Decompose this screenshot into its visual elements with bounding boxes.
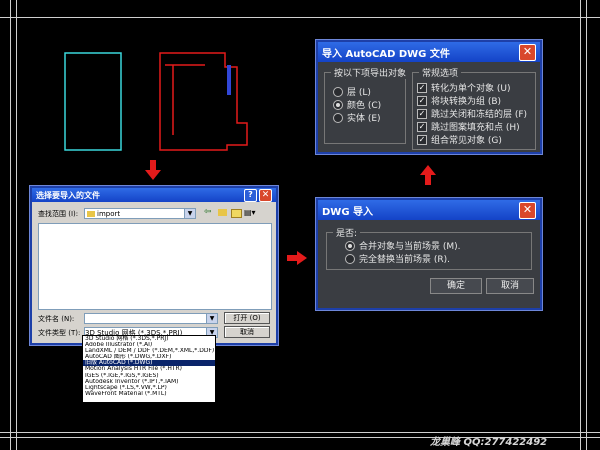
- cancel-button[interactable]: 取消: [486, 278, 534, 294]
- radio-replace[interactable]: 完全替换当前场景 (R).: [345, 252, 450, 265]
- radio-entity[interactable]: 实体 (E): [333, 111, 381, 124]
- merge-group-label: 是否:: [333, 226, 361, 239]
- up-folder-icon[interactable]: [218, 209, 227, 216]
- checkbox-single-object[interactable]: ✓ 转化为单个对象 (U): [417, 81, 510, 94]
- file-open-dialog: 选择要导入的文件 ? ✕ 查找范围 (I): import ▼ ⇦ ▤▾ 文件名…: [30, 186, 278, 345]
- radio-icon: [333, 86, 343, 97]
- arrow-right: [287, 251, 307, 265]
- file-dialog-titlebar[interactable]: 选择要导入的文件 ? ✕: [32, 188, 276, 202]
- radio-layer[interactable]: 层 (L): [333, 85, 371, 98]
- folder-icon: [87, 210, 95, 217]
- merge-group: 是否: 合并对象与当前场景 (M). 完全替换当前场景 (R).: [326, 226, 532, 270]
- open-button[interactable]: 打开 (O): [224, 312, 270, 324]
- cancel-button[interactable]: 取消: [224, 326, 270, 338]
- radio-layer-label: 层 (L): [347, 88, 371, 98]
- checkbox-combine-objects[interactable]: ✓ 组合常见对象 (G): [417, 133, 502, 146]
- help-button[interactable]: ?: [244, 188, 257, 202]
- close-icon[interactable]: ✕: [519, 201, 536, 219]
- ok-button[interactable]: 确定: [430, 278, 482, 294]
- radio-merge-label: 合并对象与当前场景 (M).: [359, 242, 461, 252]
- checkbox-skip-frozen-layers[interactable]: ✓ 跳过关闭和冻结的层 (F): [417, 107, 527, 120]
- radio-color-label: 颜色 (C): [347, 101, 382, 111]
- radio-replace-label: 完全替换当前场景 (R).: [359, 255, 450, 265]
- cyan-rectangle: [64, 52, 122, 151]
- import-dwg-dialog: 导入 AutoCAD DWG 文件 ✕ 按以下项导出对象 层 (L) 颜色 (C…: [316, 40, 542, 154]
- radio-checked-icon: [333, 99, 343, 110]
- filename-label: 文件名 (N):: [38, 315, 75, 323]
- radio-color[interactable]: 颜色 (C): [333, 98, 381, 111]
- lookin-label: 查找范围 (I):: [38, 210, 79, 218]
- blue-cad-mark: [227, 65, 231, 95]
- checkbox-block-to-group[interactable]: ✓ 将块转换为组 (B): [417, 94, 501, 107]
- filetype-dropdown-list[interactable]: 3D Studio 网格 (*.3DS,*.PRJ) Adobe Illustra…: [82, 335, 216, 403]
- dropdown-option[interactable]: WaveFront Material (*.MTL): [83, 391, 215, 397]
- checkbox-label: 跳过关闭和冻结的层 (F): [431, 110, 528, 120]
- dwg-merge-title: DWG 导入: [322, 206, 374, 218]
- radio-checked-icon: [345, 240, 355, 251]
- back-icon[interactable]: ⇦: [204, 207, 212, 217]
- checkbox-label: 跳过图案填充和点 (H): [431, 123, 520, 133]
- general-options-label: 常规选项: [419, 66, 462, 79]
- radio-entity-label: 实体 (E): [347, 114, 381, 124]
- dwg-merge-titlebar[interactable]: DWG 导入 ✕: [318, 200, 540, 220]
- radio-icon: [345, 253, 355, 264]
- chevron-down-icon[interactable]: ▼: [184, 209, 195, 218]
- checkbox-checked-icon: ✓: [417, 134, 427, 145]
- lookin-value: import: [97, 209, 121, 218]
- close-icon[interactable]: ✕: [519, 43, 536, 61]
- export-group-label: 按以下项导出对象: [331, 66, 410, 79]
- radio-icon: [333, 112, 343, 123]
- guide-line-right: [580, 0, 581, 450]
- file-list[interactable]: [38, 223, 272, 310]
- checkbox-checked-icon: ✓: [417, 82, 427, 93]
- checkbox-label: 转化为单个对象 (U): [431, 84, 511, 94]
- general-options-group: 常规选项 ✓ 转化为单个对象 (U) ✓ 将块转换为组 (B) ✓ 跳过关闭和冻结的层…: [412, 66, 536, 150]
- red-cad-shape: [159, 52, 248, 151]
- guide-line-right-2: [586, 0, 587, 450]
- chevron-down-icon[interactable]: ▼: [206, 314, 217, 323]
- import-dwg-titlebar[interactable]: 导入 AutoCAD DWG 文件 ✕: [318, 42, 540, 62]
- new-folder-icon[interactable]: [231, 209, 242, 218]
- file-dialog-title: 选择要导入的文件: [36, 190, 100, 200]
- checkbox-checked-icon: ✓: [417, 95, 427, 106]
- filename-input[interactable]: ▼: [84, 313, 218, 324]
- arrow-down: [145, 160, 161, 180]
- import-dwg-title: 导入 AutoCAD DWG 文件: [322, 48, 450, 60]
- guide-line-top: [0, 17, 600, 18]
- close-icon[interactable]: ✕: [259, 188, 272, 202]
- guide-line-left-2: [16, 0, 17, 450]
- arrow-up: [420, 165, 436, 185]
- filetype-label: 文件类型 (T):: [38, 329, 81, 337]
- guide-line-left: [10, 0, 11, 450]
- checkbox-checked-icon: ✓: [417, 108, 427, 119]
- dwg-merge-dialog: DWG 导入 ✕ 是否: 合并对象与当前场景 (M). 完全替换当前场景 (R)…: [316, 198, 542, 310]
- radio-merge[interactable]: 合并对象与当前场景 (M).: [345, 239, 461, 252]
- lookin-combo[interactable]: import ▼: [84, 208, 196, 219]
- export-group: 按以下项导出对象 层 (L) 颜色 (C) 实体 (E): [324, 66, 410, 144]
- checkbox-label: 组合常见对象 (G): [431, 136, 502, 146]
- view-menu-icon[interactable]: ▤▾: [244, 208, 256, 217]
- cad-drawings: [64, 52, 248, 151]
- checkbox-skip-hatch[interactable]: ✓ 跳过图案填充和点 (H): [417, 120, 520, 133]
- checkbox-label: 将块转换为组 (B): [431, 97, 502, 107]
- checkbox-checked-icon: ✓: [417, 121, 427, 132]
- watermark: 龙巢峰 QQ:277422492: [430, 437, 548, 448]
